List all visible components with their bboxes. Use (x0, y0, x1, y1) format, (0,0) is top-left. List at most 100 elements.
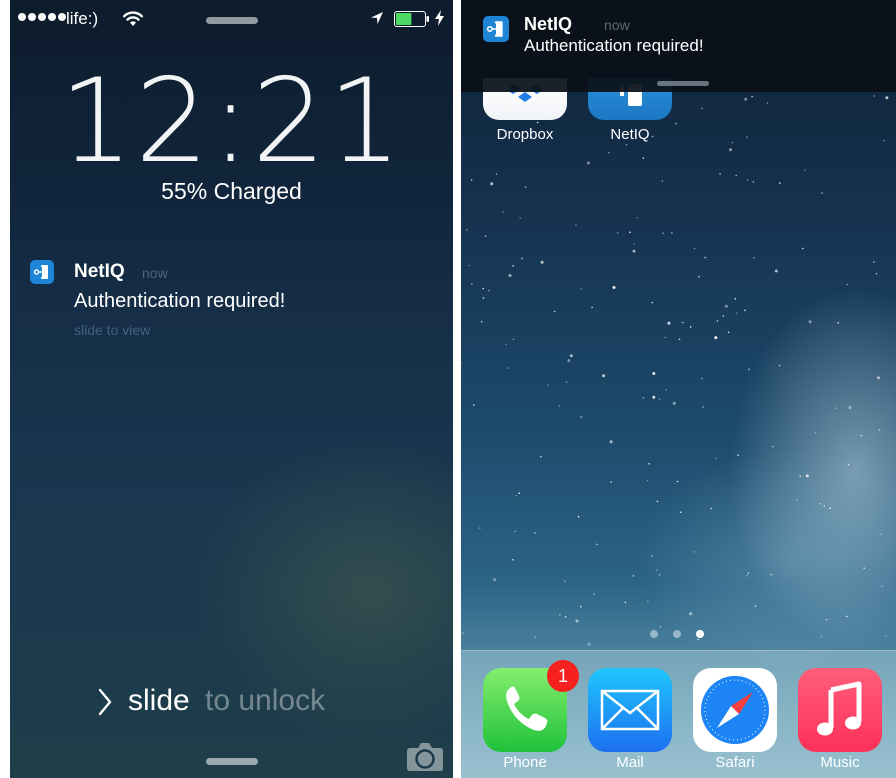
star (722, 315, 725, 317)
notification-app-name: NetIQ (74, 261, 125, 282)
star (461, 632, 464, 634)
lock-notification[interactable]: NetIQ now Authentication required! slide… (30, 258, 430, 348)
star (664, 336, 666, 339)
star (819, 502, 822, 505)
star (671, 232, 673, 234)
star (744, 309, 746, 312)
star (774, 269, 778, 273)
slide-to-unlock[interactable]: slide to unlock (98, 682, 398, 722)
star (633, 243, 635, 245)
notification-center-grabber[interactable] (206, 17, 258, 24)
star (820, 635, 823, 638)
page-dot-active (696, 630, 704, 638)
star (802, 247, 804, 250)
dock-app-music[interactable]: Music (798, 668, 882, 778)
star (508, 274, 512, 277)
star (729, 148, 732, 152)
netiq-app-icon (483, 16, 509, 42)
banner-grabber[interactable] (657, 81, 709, 86)
star (506, 367, 509, 369)
slide-to-view-hint: slide to view (74, 322, 151, 338)
star (473, 404, 475, 406)
star (672, 401, 676, 405)
star (770, 573, 773, 576)
dock-app-mail[interactable]: Mail (588, 668, 672, 778)
star (580, 416, 582, 418)
star (495, 173, 498, 175)
chevron-right-icon (98, 688, 112, 716)
star (727, 331, 730, 334)
star (675, 122, 677, 125)
star (665, 388, 667, 391)
star (885, 635, 887, 637)
star (752, 181, 755, 183)
battery-icon (394, 11, 429, 27)
star (461, 362, 462, 364)
carrier-name: life:) (66, 9, 99, 28)
star (766, 102, 769, 104)
star (564, 580, 566, 583)
page-indicator[interactable] (650, 630, 704, 638)
star (470, 179, 473, 181)
app-label-dropbox: Dropbox (496, 126, 554, 143)
star (876, 376, 880, 380)
star (656, 500, 659, 503)
star (625, 143, 628, 146)
charging-bolt-icon (435, 10, 444, 26)
star (610, 481, 612, 483)
star (642, 396, 645, 399)
star (540, 260, 544, 264)
star (698, 275, 700, 278)
star (534, 636, 536, 638)
star (609, 440, 613, 444)
camera-icon[interactable] (406, 740, 444, 772)
star (468, 264, 471, 267)
star (693, 247, 696, 250)
notification-banner[interactable]: NetIQ now Authentication required! (461, 0, 896, 92)
dock-app-phone[interactable]: 1 Phone (483, 660, 579, 778)
star (524, 186, 527, 188)
star (586, 161, 590, 165)
page-dot (673, 630, 681, 638)
star (682, 321, 684, 324)
star (479, 527, 481, 529)
star (648, 463, 650, 465)
dock-label-mail: Mail (616, 754, 644, 771)
star (880, 533, 882, 536)
star (466, 229, 468, 231)
star (596, 543, 598, 546)
star (748, 368, 750, 371)
star (746, 179, 749, 181)
star (731, 141, 734, 144)
star (679, 511, 682, 513)
wifi-icon (123, 11, 143, 26)
star (846, 615, 848, 618)
star (825, 618, 828, 621)
star (553, 310, 556, 313)
star (734, 298, 737, 300)
status-bar: life:) (10, 0, 453, 40)
star (823, 505, 826, 507)
star (519, 217, 521, 219)
dock-app-safari[interactable]: Safari (693, 668, 777, 778)
star (846, 283, 849, 286)
dock-label-safari: Safari (715, 754, 755, 771)
star (512, 338, 515, 341)
star (616, 232, 619, 234)
star (746, 574, 748, 577)
star (878, 429, 881, 431)
dock-label-phone: Phone (503, 754, 547, 771)
star (805, 474, 809, 478)
star (747, 572, 749, 575)
music-app-tile (798, 668, 882, 752)
star (704, 256, 706, 259)
star (701, 377, 703, 380)
star (547, 384, 549, 387)
star (518, 492, 521, 495)
star (689, 326, 692, 328)
star (587, 642, 591, 646)
star (569, 354, 573, 358)
star (647, 600, 649, 603)
control-center-grabber[interactable] (206, 758, 258, 765)
star (804, 169, 806, 171)
